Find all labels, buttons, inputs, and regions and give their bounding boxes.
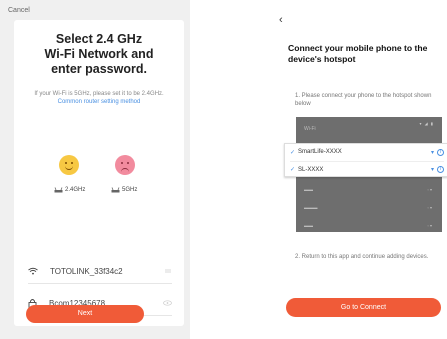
freq-24-label: 2.4GHz — [54, 187, 85, 193]
blurred-network-icons: ▫ ▾ — [427, 223, 432, 228]
eye-icon[interactable] — [163, 300, 172, 306]
back-chevron-icon[interactable]: ‹ — [279, 14, 283, 26]
router-icon — [111, 187, 120, 193]
step-one-text: 1. Please connect your phone to the hots… — [295, 93, 432, 107]
wifi-icon — [28, 267, 38, 275]
wifi-signal-icon: ▾ — [430, 167, 434, 173]
hotspot-name: SmartLife-XXXX — [298, 149, 342, 155]
hotspot-name: SL-XXXX — [298, 166, 324, 173]
router-icon — [54, 187, 63, 193]
blurred-network-row: ▬▬ — [304, 223, 313, 228]
blurred-network-row: ▬▬ — [304, 187, 313, 192]
hotspot-item[interactable]: ✓ SL-XXXX ▾ i — [290, 161, 444, 177]
wifi-signal-icon: ▾ — [430, 149, 434, 156]
page-title-line-1: Select 2.4 GHz — [55, 32, 143, 46]
info-icon[interactable]: i — [437, 166, 444, 173]
panel-wifi-label: Wi-Fi — [304, 126, 316, 132]
check-icon: ✓ — [290, 149, 296, 156]
divider — [28, 283, 172, 284]
step-two-text: 2. Return to this app and continue addin… — [295, 254, 429, 260]
blurred-network-row: ▬▬▬ — [304, 205, 318, 210]
status-bar-icons: ▾ ◢ ▮ — [419, 121, 434, 126]
hotspot-instructions-screen: ‹ Connect your mobile phone to the devic… — [262, 0, 447, 339]
blurred-network-icons: ▫ ▾ — [427, 187, 432, 192]
info-icon[interactable]: i — [437, 148, 444, 156]
switch-network-icon[interactable] — [164, 268, 172, 274]
hotspot-item[interactable]: ✓ SmartLife-XXXX ▾ i — [290, 144, 444, 160]
wifi-setup-screen: Cancel Select 2.4 GHz Wi-Fi Network and … — [0, 0, 190, 339]
wifi-ssid-field[interactable]: TOTOLINK_33f34c2 — [28, 263, 172, 279]
hotspot-list-highlight: ✓ SmartLife-XXXX ▾ i ✓ SL-XXXX ▾ i — [284, 143, 447, 177]
sad-face-icon — [115, 155, 135, 175]
page-title-line-3: enter password. — [51, 62, 147, 76]
frequency-note: If your Wi-Fi is 5GHz, please set it to … — [22, 90, 176, 106]
hotspot-title: Connect your mobile phone to the device'… — [288, 43, 428, 64]
frequency-note-text: If your Wi-Fi is 5GHz, please set it to … — [34, 91, 164, 97]
blurred-network-icons: ▫ ▾ — [427, 205, 432, 210]
freq-24-text: 2.4GHz — [65, 187, 86, 193]
freq-5-label: 5GHz — [111, 187, 137, 193]
check-icon: ✓ — [290, 167, 296, 173]
page-title-line-2: Wi-Fi Network and — [44, 47, 154, 61]
wifi-card: Select 2.4 GHz Wi-Fi Network and enter p… — [14, 20, 184, 326]
happy-face-icon — [59, 155, 79, 175]
wifi-ssid-value: TOTOLINK_33f34c2 — [50, 266, 123, 276]
next-button[interactable]: Next — [26, 305, 144, 323]
cancel-button[interactable]: Cancel — [8, 7, 30, 14]
go-to-connect-button[interactable]: Go to Connect — [286, 298, 441, 317]
router-setting-link[interactable]: Common router setting method — [58, 99, 141, 105]
freq-5-text: 5GHz — [122, 187, 138, 193]
